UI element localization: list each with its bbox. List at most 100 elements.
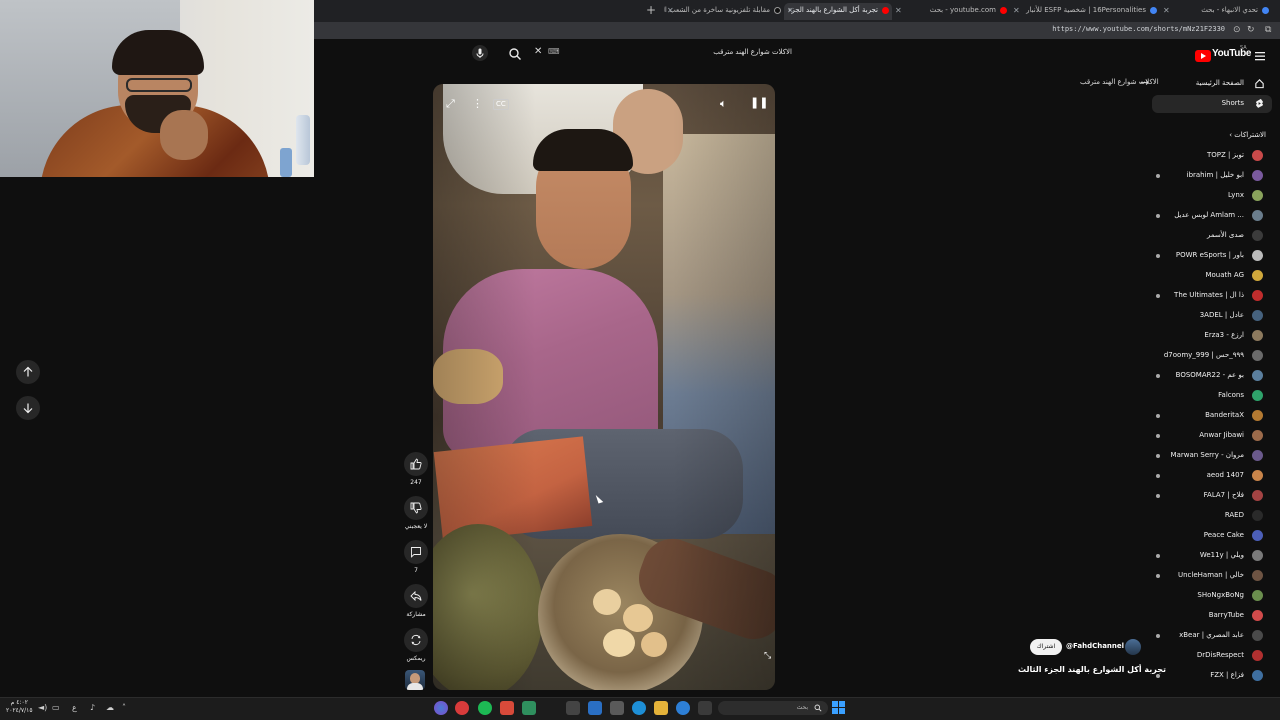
subscription-item[interactable]: DrDisRespect [1152, 647, 1272, 665]
network-icon[interactable]: ▭ [52, 703, 60, 713]
subscription-item[interactable]: FALA7 | فلاح [1152, 487, 1272, 505]
subscription-name: Peace Cake [1203, 531, 1244, 539]
subscription-item[interactable]: Anwar Jibawi [1152, 427, 1272, 445]
cloud-icon[interactable]: ☁ [106, 703, 114, 713]
tab-search-challenge[interactable]: ✕ تحدي الانبهاء - بحث [1160, 3, 1272, 20]
fullscreen-icon[interactable]: ⤢ [446, 98, 455, 110]
more-options-icon[interactable]: ⋮ [472, 98, 483, 110]
comment-icon [404, 540, 428, 564]
settings-gear-icon[interactable] [566, 701, 580, 715]
back-to-results-link[interactable]: الاكلات شوارع الهند مترقب [1080, 78, 1159, 86]
youtube-play-icon [1195, 50, 1211, 62]
share-button[interactable]: مشاركة [403, 584, 429, 618]
arrow-up-icon [23, 366, 33, 377]
subscription-item[interactable]: Marwan Serry - مروان [1152, 447, 1272, 465]
subscription-item[interactable]: BOSOMAR22 - بو عم [1152, 367, 1272, 385]
previous-short-button[interactable] [16, 360, 40, 384]
windows-start-icon[interactable] [832, 701, 845, 714]
hamburger-menu-icon[interactable] [1254, 47, 1266, 61]
reload-icon[interactable]: ↻ [1247, 25, 1255, 35]
sidebar-item-home[interactable]: الصفحة الرئيسية [1152, 75, 1272, 93]
subscription-item[interactable]: Peace Cake [1152, 527, 1272, 545]
close-icon[interactable]: ✕ [895, 3, 902, 18]
subscription-item[interactable]: FZX | فزاع [1152, 667, 1272, 685]
subscription-item[interactable]: Lynx [1152, 187, 1272, 205]
subscription-item[interactable]: BarryTube [1152, 607, 1272, 625]
mail-icon[interactable] [588, 701, 602, 715]
dislike-button[interactable]: لا يعجبني [403, 496, 429, 530]
subscriptions-heading[interactable]: الاشتراكات › [1229, 131, 1266, 139]
store-icon[interactable] [610, 701, 624, 715]
subscription-item[interactable]: POWR eSports | باور [1152, 247, 1272, 265]
subscription-item[interactable]: Mouath AG [1152, 267, 1272, 285]
search-icon[interactable] [508, 46, 522, 60]
speaker-icon[interactable]: ◄︎) [38, 703, 47, 713]
opera-icon[interactable] [455, 701, 469, 715]
share-icon[interactable]: ⧉ [1265, 25, 1271, 35]
channel-name[interactable]: @FahdChannel [1066, 642, 1124, 650]
spotify-icon[interactable] [478, 701, 492, 715]
clock-date: ٢٠٢٤/٧/١٥ [6, 707, 33, 714]
task-view-icon[interactable] [698, 701, 712, 715]
microphone-icon[interactable] [472, 45, 488, 61]
clear-search-icon[interactable]: ✕ [534, 46, 542, 57]
subscription-item[interactable]: We11y | ويلي [1152, 547, 1272, 565]
subscription-item[interactable]: Erza3 - ارزع [1152, 327, 1272, 345]
microphone-tray-icon[interactable]: ♪ [90, 703, 95, 713]
subscription-item[interactable]: RAED [1152, 507, 1272, 525]
new-tab-button[interactable]: + [646, 3, 656, 17]
comments-button[interactable]: 7 [403, 540, 429, 574]
subscription-item[interactable]: SHoNgxBoNg [1152, 587, 1272, 605]
close-icon[interactable]: ✕ [1013, 3, 1020, 18]
chevron-up-icon[interactable]: ˄ [122, 703, 126, 713]
subscription-item[interactable]: UncleHaman | خالي [1152, 567, 1272, 585]
subscription-item[interactable]: aeod 1407 [1152, 467, 1272, 485]
pause-icon[interactable]: ❚❚ [750, 97, 768, 109]
remix-button[interactable]: ريمكس [403, 628, 429, 662]
new-content-dot [1156, 374, 1160, 378]
like-button[interactable]: 247 [403, 452, 429, 486]
keyboard-icon[interactable]: ⌨ [548, 47, 560, 56]
tab-tv-interview[interactable]: ✕ مقابلة تلفزيونية ساخرة من الشعب ال [664, 3, 784, 20]
subscription-item[interactable]: xBear | عابد المصري [1152, 627, 1272, 645]
new-content-dot [1156, 674, 1160, 678]
tab-16personalities[interactable]: ✕ 16Personalities | شخصية ESFP للأنبار [1010, 3, 1160, 20]
new-content-dot [1156, 414, 1160, 418]
subscription-name: Lynx [1228, 191, 1244, 199]
sound-avatar[interactable] [405, 670, 425, 690]
close-icon[interactable]: ✕ [1163, 3, 1170, 18]
subscribe-button[interactable]: اشتراك [1030, 639, 1062, 655]
subscription-item[interactable]: TOPZ | توبز [1152, 147, 1272, 165]
tab-youtube-search[interactable]: ✕ youtube.com - بحث [892, 3, 1010, 20]
subscription-name: SHoNgxBoNg [1197, 591, 1244, 599]
xbox-icon[interactable] [522, 701, 536, 715]
file-explorer-icon[interactable] [654, 701, 668, 715]
taskbar-clock[interactable]: ٤:٠٢ م ٢٠٢٤/٧/١٥ [6, 699, 33, 715]
taskbar-search[interactable]: بحث [718, 701, 828, 715]
tab-street-food[interactable]: ✕ تجربة أكل الشوارع بالهند الجزء [784, 3, 892, 20]
subscription-item[interactable]: d7oomy_999 | ٩٩٩_حس [1152, 347, 1272, 365]
captions-icon[interactable]: CC [493, 99, 509, 110]
subscription-item[interactable]: The Ultimates | ذا ال [1152, 287, 1272, 305]
close-icon[interactable]: ✕ [667, 3, 674, 18]
expand-icon[interactable]: ⤡ [764, 650, 771, 662]
sidebar-item-shorts[interactable]: Shorts [1152, 95, 1272, 113]
edge-icon[interactable] [632, 701, 646, 715]
volume-icon[interactable]: 🔈︎ [720, 98, 727, 110]
close-icon[interactable]: ✕ [787, 3, 794, 18]
shorts-video-player[interactable] [433, 84, 775, 690]
assistant-icon[interactable] [676, 701, 690, 715]
subscription-item[interactable]: ibrahim | ابو خليل [1152, 167, 1272, 185]
channel-avatar[interactable] [1125, 639, 1141, 655]
subscription-item[interactable]: BanderitaX [1152, 407, 1272, 425]
subscription-item[interactable]: لوبس عديل Amlam ... [1152, 207, 1272, 225]
url-text[interactable]: https://www.youtube.com/shorts/mNz21F233… [1052, 25, 1225, 33]
subscription-item[interactable]: صدى الأسمر [1152, 227, 1272, 245]
next-short-button[interactable] [16, 396, 40, 420]
subscription-item[interactable]: 3ADEL | عادل [1152, 307, 1272, 325]
search-input[interactable]: الاكلات شوارع الهند مترقب [560, 44, 800, 64]
office-icon[interactable] [500, 701, 514, 715]
browser-app-icon[interactable] [434, 701, 448, 715]
subscription-item[interactable]: Falcons [1152, 387, 1272, 405]
language-indicator[interactable]: ع [72, 703, 77, 713]
